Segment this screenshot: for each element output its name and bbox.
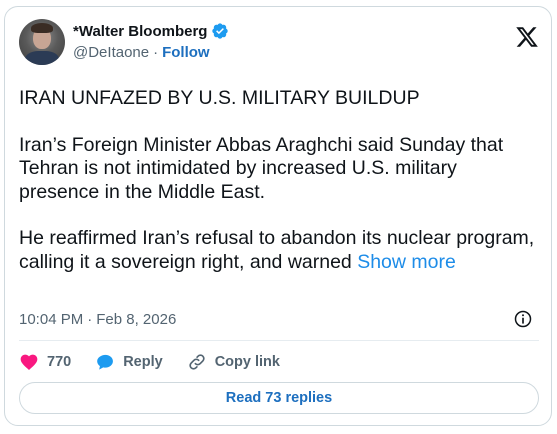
link-icon — [189, 354, 205, 370]
like-button[interactable]: 770 — [19, 352, 71, 372]
divider — [19, 340, 539, 341]
tweet-date: Feb 8, 2026 — [96, 311, 177, 328]
tweet-text: IRAN UNFAZED BY U.S. MILITARY BUILDUP Ir… — [19, 87, 539, 297]
author-handle[interactable]: @DeItaone — [73, 44, 149, 61]
author-name-row: *Walter Bloomberg — [73, 22, 229, 40]
tweet-header: *Walter Bloomberg @DeItaone · Follow — [19, 19, 539, 69]
avatar[interactable] — [19, 19, 65, 65]
tweet-paragraph-truncated: He reaffirmed Iran’s refusal to abandon … — [19, 227, 539, 274]
reply-button[interactable]: Reply — [95, 352, 163, 372]
x-logo-icon[interactable] — [515, 25, 539, 49]
tweet-card: *Walter Bloomberg @DeItaone · Follow IRA… — [4, 6, 552, 426]
handle-separator: · — [153, 44, 159, 61]
follow-button[interactable]: Follow — [162, 44, 210, 61]
reply-bubble-icon — [97, 354, 114, 370]
author-display-name[interactable]: *Walter Bloomberg — [73, 23, 207, 40]
read-replies-button[interactable]: Read 73 replies — [19, 382, 539, 414]
show-more-link[interactable]: Show more — [357, 251, 456, 273]
info-icon[interactable] — [513, 309, 533, 329]
copy-link-label: Copy link — [214, 354, 280, 370]
timestamp-separator: · — [87, 311, 93, 328]
tweet-actions: 770 Reply Copy link — [19, 350, 304, 374]
author-handle-row: @DeItaone · Follow — [73, 44, 210, 61]
tweet-time: 10:04 PM — [19, 311, 84, 328]
verified-badge-icon — [212, 23, 229, 39]
tweet-paragraph: Iran’s Foreign Minister Abbas Araghchi s… — [19, 133, 504, 203]
copy-link-button[interactable]: Copy link — [187, 352, 280, 372]
tweet-headline: IRAN UNFAZED BY U.S. MILITARY BUILDUP — [19, 87, 420, 109]
tweet-paragraph-text: He reaffirmed Iran’s refusal to abandon … — [19, 227, 535, 273]
heart-icon — [20, 354, 38, 370]
like-count: 770 — [47, 354, 72, 370]
tweet-timestamp[interactable]: 10:04 PM · Feb 8, 2026 — [19, 311, 176, 328]
reply-label: Reply — [123, 354, 163, 370]
